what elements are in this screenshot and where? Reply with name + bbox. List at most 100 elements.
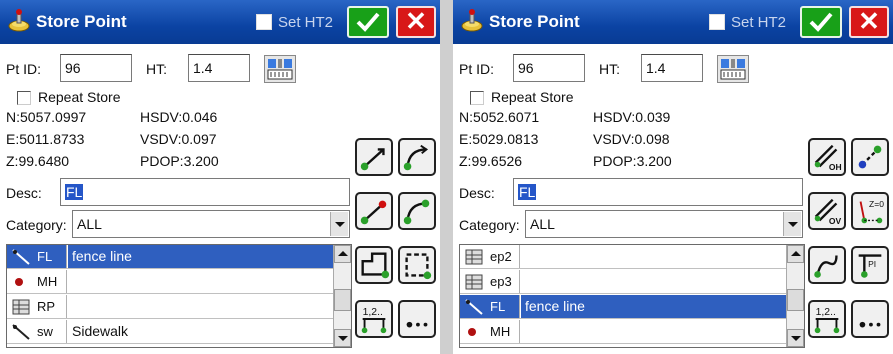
close-rect-button[interactable] bbox=[355, 246, 393, 284]
list-item[interactable]: ep2 bbox=[460, 245, 786, 269]
list-scrollbar[interactable] bbox=[786, 245, 804, 347]
numbered-points-button[interactable]: 1,2.. bbox=[808, 300, 846, 338]
ht-field[interactable]: 1.4 bbox=[641, 54, 703, 82]
svg-text:1,2..: 1,2.. bbox=[363, 307, 383, 318]
table-code-icon bbox=[465, 249, 483, 265]
code-list[interactable]: ep2 ep3 FL fence line MH bbox=[459, 244, 805, 348]
hsdv-readout: HSDV:0.039 bbox=[593, 109, 671, 125]
arc-end-icon bbox=[403, 199, 430, 225]
arc-start-button[interactable] bbox=[398, 138, 436, 176]
pi-point-button[interactable]: PI bbox=[851, 246, 889, 284]
list-item[interactable]: MH bbox=[460, 320, 786, 344]
list-scrollbar[interactable] bbox=[333, 245, 351, 347]
ht-calculator-button[interactable] bbox=[717, 55, 749, 83]
code-cell: RP bbox=[7, 295, 67, 318]
store-point-panel-left: Store Point Set HT2 ✕ Pt ID: 96 HT: 1.4 … bbox=[0, 0, 440, 354]
cancel-button[interactable]: ✕ bbox=[396, 6, 436, 38]
list-item[interactable]: MH bbox=[7, 270, 333, 294]
offset-horizontal-button[interactable]: OH bbox=[808, 138, 846, 176]
svg-text:1,2..: 1,2.. bbox=[816, 307, 836, 318]
offset-vertical-button[interactable]: OV bbox=[808, 192, 846, 230]
line-start-button[interactable] bbox=[355, 138, 393, 176]
ok-button[interactable] bbox=[347, 6, 389, 38]
more-options-button[interactable] bbox=[398, 300, 436, 338]
category-value: ALL bbox=[530, 216, 555, 232]
list-item[interactable]: FL fence line bbox=[460, 295, 786, 319]
code-cell: MH bbox=[460, 320, 520, 343]
scroll-thumb[interactable] bbox=[787, 289, 804, 311]
repeat-store-checkbox[interactable] bbox=[470, 91, 484, 105]
ht-label: HT: bbox=[146, 61, 167, 77]
numbered-points-icon: 1,2.. bbox=[814, 307, 840, 334]
line-start-icon bbox=[360, 148, 385, 171]
scroll-up-button[interactable] bbox=[334, 245, 351, 263]
line-code-icon bbox=[12, 249, 30, 265]
cancel-button[interactable]: ✕ bbox=[849, 6, 889, 38]
easting-readout: E:5029.0813 bbox=[459, 131, 539, 147]
description-cell bbox=[68, 295, 333, 318]
scroll-down-button[interactable] bbox=[334, 329, 351, 347]
pt-id-label: Pt ID: bbox=[459, 61, 495, 77]
pdop-readout: PDOP:3.200 bbox=[593, 153, 672, 169]
code-cell: MH bbox=[7, 270, 67, 293]
description-cell: Sidewalk bbox=[72, 323, 129, 339]
category-label: Category: bbox=[459, 217, 520, 233]
northing-readout: N:5057.0997 bbox=[6, 109, 87, 125]
pt-id-field[interactable]: 96 bbox=[60, 54, 132, 82]
satellite-icon bbox=[8, 9, 30, 32]
store-point-panel-right: Store Point Set HT2 ✕ Pt ID: 96 HT: 1.4 … bbox=[453, 0, 893, 354]
point-link-button[interactable] bbox=[851, 138, 889, 176]
description-cell bbox=[68, 270, 333, 293]
desc-field[interactable]: FL bbox=[60, 178, 350, 206]
list-item[interactable]: sw Sidewalk bbox=[7, 320, 333, 344]
scroll-thumb[interactable] bbox=[334, 289, 351, 311]
list-item[interactable]: RP bbox=[7, 295, 333, 319]
ok-button[interactable] bbox=[800, 6, 842, 38]
code-cell: FL bbox=[7, 245, 67, 268]
hsdv-readout: HSDV:0.046 bbox=[140, 109, 218, 125]
curve-button[interactable] bbox=[808, 246, 846, 284]
more-options-button[interactable] bbox=[851, 300, 889, 338]
arc-start-icon bbox=[403, 144, 429, 171]
more-options-icon bbox=[406, 321, 428, 328]
pt-id-field[interactable]: 96 bbox=[513, 54, 585, 82]
svg-text:PI: PI bbox=[868, 259, 876, 269]
line-code-icon bbox=[12, 324, 30, 340]
line-end-button[interactable] bbox=[355, 192, 393, 230]
pi-point-icon: PI bbox=[858, 254, 882, 278]
desc-value: FL bbox=[518, 184, 537, 200]
repeat-store-checkbox[interactable] bbox=[17, 91, 31, 105]
close-square-button[interactable] bbox=[398, 246, 436, 284]
zero-elevation-button[interactable]: Z=0 bbox=[851, 192, 889, 230]
chevron-down-icon[interactable] bbox=[783, 212, 801, 236]
set-ht2-checkbox[interactable] bbox=[709, 14, 725, 30]
code-list[interactable]: FL fence line MH RP sw Sidewalk bbox=[6, 244, 352, 348]
list-item[interactable]: ep3 bbox=[460, 270, 786, 294]
elevation-readout: Z:99.6480 bbox=[6, 153, 70, 169]
desc-field[interactable]: FL bbox=[513, 178, 803, 206]
vsdv-readout: VSDV:0.097 bbox=[140, 131, 217, 147]
numbered-points-button[interactable]: 1,2.. bbox=[355, 300, 393, 338]
ht-table-icon bbox=[267, 59, 293, 80]
arc-end-button[interactable] bbox=[398, 192, 436, 230]
numbered-points-icon: 1,2.. bbox=[361, 307, 387, 334]
scroll-down-button[interactable] bbox=[787, 329, 804, 347]
easting-readout: E:5011.8733 bbox=[6, 131, 85, 147]
category-dropdown[interactable]: ALL bbox=[72, 210, 350, 238]
point-link-icon bbox=[858, 145, 882, 169]
category-dropdown[interactable]: ALL bbox=[525, 210, 803, 238]
scroll-up-button[interactable] bbox=[787, 245, 804, 263]
line-end-icon bbox=[360, 200, 387, 225]
description-cell bbox=[521, 320, 786, 343]
checkmark-icon bbox=[809, 12, 833, 32]
set-ht2-checkbox[interactable] bbox=[256, 14, 272, 30]
description-cell bbox=[521, 245, 786, 268]
ht-calculator-button[interactable] bbox=[264, 55, 296, 83]
ht-field[interactable]: 1.4 bbox=[188, 54, 250, 82]
chevron-down-icon[interactable] bbox=[330, 212, 348, 236]
vsdv-readout: VSDV:0.098 bbox=[593, 131, 670, 147]
close-icon: ✕ bbox=[858, 6, 880, 36]
list-item[interactable]: FL fence line bbox=[7, 245, 333, 269]
elevation-readout: Z:99.6526 bbox=[459, 153, 523, 169]
title-bar: Store Point Set HT2 ✕ bbox=[453, 0, 893, 44]
